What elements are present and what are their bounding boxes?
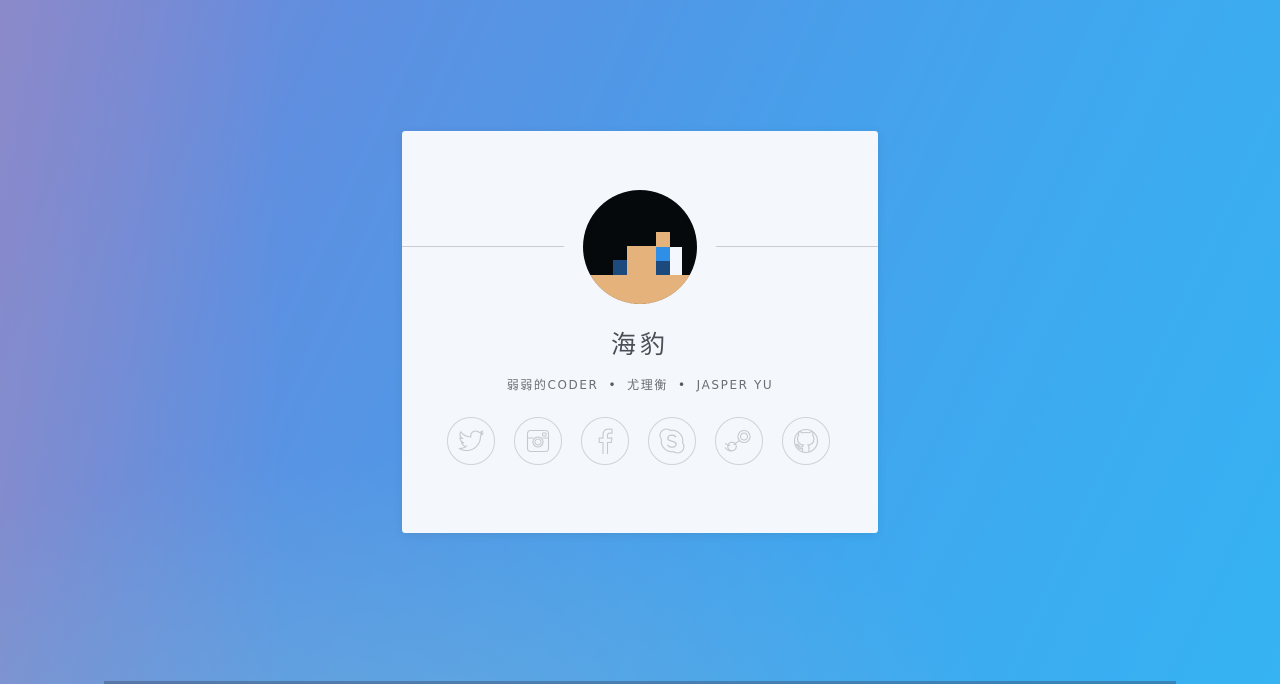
avatar-face: [627, 246, 657, 276]
facebook-button[interactable]: [581, 417, 629, 465]
avatar-eye-right: [656, 247, 670, 261]
instagram-icon: [526, 429, 550, 453]
github-button[interactable]: [782, 417, 830, 465]
profile-card: 海豹 弱弱的CODER • 尤理衡 • JASPER YU: [402, 131, 878, 533]
profile-name: 海豹: [610, 330, 669, 359]
tagline-part-role: 弱弱的CODER: [506, 378, 599, 392]
divider-left: [402, 246, 564, 247]
twitter-icon: [458, 430, 484, 452]
avatar-shoulders: [583, 275, 697, 304]
tagline-separator: •: [608, 378, 618, 392]
avatar-highlight: [670, 247, 682, 275]
twitter-button[interactable]: [447, 417, 495, 465]
tagline-separator: •: [677, 378, 687, 392]
social-links: [447, 417, 837, 467]
skype-button[interactable]: [648, 417, 696, 465]
profile-tagline: 弱弱的CODER • 尤理衡 • JASPER YU: [402, 376, 878, 393]
facebook-icon: [598, 428, 613, 454]
instagram-button[interactable]: [514, 417, 562, 465]
avatar-eye-left: [613, 260, 627, 275]
skype-icon: [659, 428, 685, 454]
steam-icon: [724, 429, 751, 452]
tagline-part-chinese-name: 尤理衡: [627, 378, 668, 392]
avatar-forehead: [656, 232, 670, 247]
divider-right: [716, 246, 878, 247]
avatar-neck: [599, 275, 613, 278]
steam-button[interactable]: [715, 417, 763, 465]
avatar: [583, 190, 697, 304]
tagline-part-english-name: JASPER YU: [696, 378, 774, 392]
github-icon: [793, 428, 819, 454]
avatar-cheek: [656, 261, 670, 275]
